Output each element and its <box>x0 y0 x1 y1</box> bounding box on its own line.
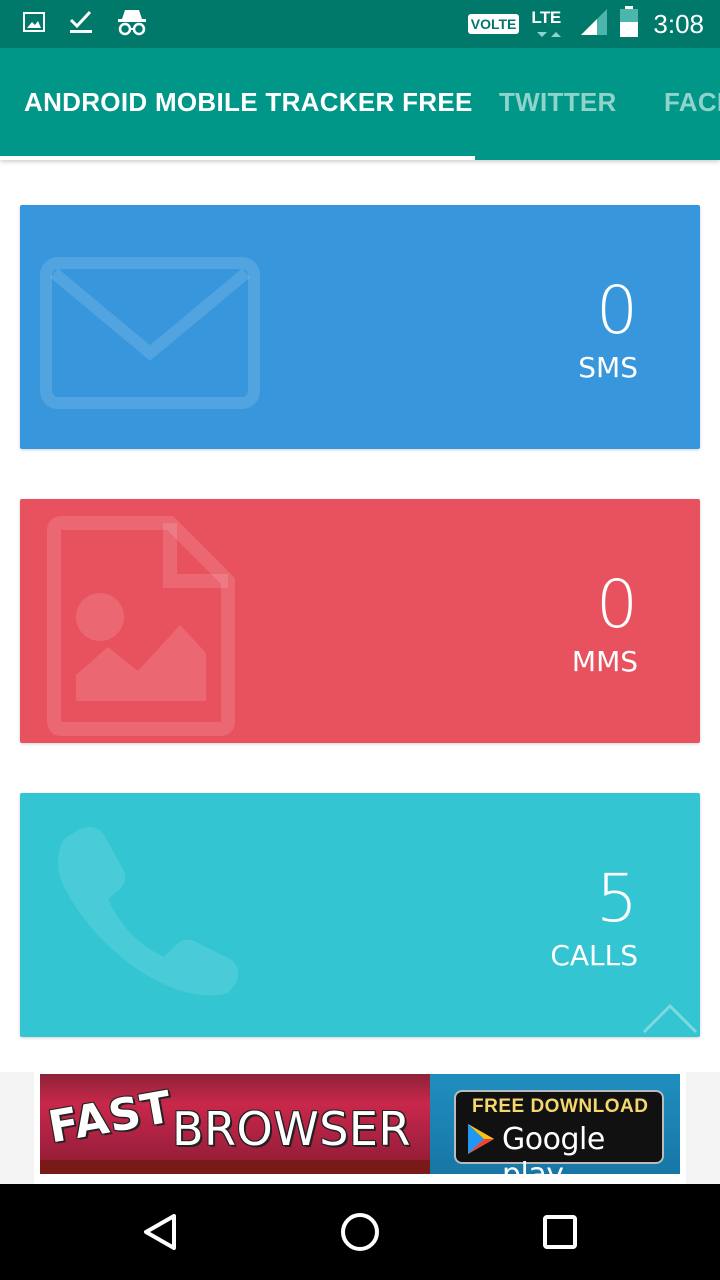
ad-headline-fast: FAST <box>44 1081 177 1154</box>
ad-right-panel: FREE DOWNLOAD Google play <box>430 1074 680 1192</box>
play-store-icon <box>464 1122 498 1161</box>
ad-cta-free-download: FREE DOWNLOAD <box>472 1096 649 1117</box>
mms-count: 0 <box>596 566 638 643</box>
navigation-bar <box>0 1184 720 1280</box>
ad-banner[interactable]: FAST BROWSER FREE DOWNLOAD Google play <box>34 1072 686 1192</box>
image-icon <box>22 10 46 39</box>
ad-left-panel: FAST BROWSER <box>40 1074 430 1174</box>
ad-area: FAST BROWSER FREE DOWNLOAD Google play <box>0 1072 720 1192</box>
incognito-icon <box>116 7 148 42</box>
volte-badge: VOLTE <box>467 14 520 34</box>
tab-android-mobile-tracker[interactable]: ANDROID MOBILE TRACKER FREE <box>24 48 473 156</box>
scroll-top-chevron-icon[interactable] <box>640 1000 700 1036</box>
back-icon[interactable] <box>138 1210 182 1254</box>
mms-card[interactable]: 0 MMS <box>20 499 700 743</box>
google-play-button[interactable]: FREE DOWNLOAD Google play <box>454 1090 664 1192</box>
sms-label: SMS <box>578 351 638 384</box>
ad-cta-google-play: Google play <box>502 1122 605 1192</box>
envelope-icon <box>40 257 260 414</box>
tab-indicator <box>0 156 475 160</box>
image-file-icon <box>46 515 236 742</box>
status-bar: VOLTE LTE 3:08 <box>0 0 720 48</box>
calls-count: 5 <box>596 860 638 937</box>
recents-icon[interactable] <box>538 1210 582 1254</box>
lte-indicator: LTE <box>529 4 569 44</box>
tab-bar: ANDROID MOBILE TRACKER FREE TWITTER FACE <box>0 48 720 160</box>
calls-card[interactable]: 5 CALLS <box>20 793 700 1037</box>
sms-card[interactable]: 0 SMS <box>20 205 700 449</box>
signal-icon <box>579 7 609 42</box>
status-clock: 3:08 <box>653 8 704 39</box>
battery-icon <box>619 5 639 43</box>
tab-twitter[interactable]: TWITTER <box>499 48 617 156</box>
check-icon <box>68 9 94 40</box>
sms-count: 0 <box>596 272 638 349</box>
mms-label: MMS <box>571 645 638 678</box>
tab-facebook[interactable]: FACE <box>664 48 720 156</box>
home-icon[interactable] <box>338 1210 382 1254</box>
calls-label: CALLS <box>550 939 638 972</box>
phone-icon <box>50 821 250 1006</box>
ad-headline-browser: BROWSER <box>172 1102 411 1156</box>
